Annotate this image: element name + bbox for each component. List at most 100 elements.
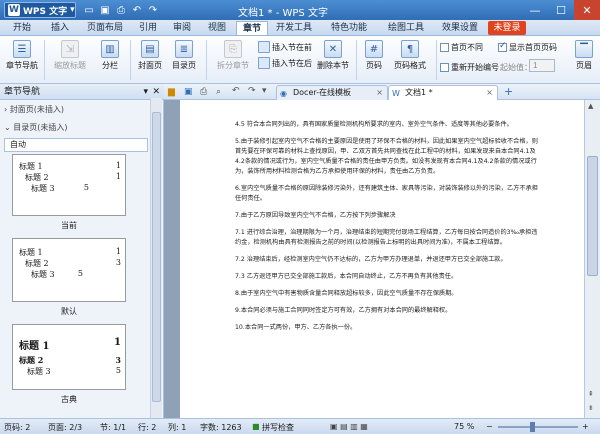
tab-menu-item[interactable]: 引用 (132, 21, 164, 35)
toc-style-current[interactable]: 标题 11 标题 21 标题 35 (12, 154, 126, 216)
tab-menu-item[interactable]: 插入 (44, 21, 76, 35)
toc-page-button[interactable]: ≣ 目录页 (168, 40, 200, 71)
zoom-slider[interactable] (498, 426, 578, 428)
tab-docer-template[interactable]: ◉ Docer-在线模板 × (276, 85, 388, 100)
undo-icon[interactable]: ↶ (232, 86, 240, 96)
prev-page-icon[interactable]: ⇞ (588, 390, 597, 400)
checkbox-icon (440, 63, 449, 72)
section-columns-button[interactable]: ▥ 分栏 (94, 40, 126, 71)
window-title: 文档1 * - WPS 文字 (238, 8, 328, 19)
tab-menu-item[interactable]: 开始 (8, 21, 36, 35)
chevron-right-icon: › (4, 105, 8, 114)
spell-check-icon[interactable]: ■ (252, 422, 260, 431)
document-paragraph: 10.本合同一式两份，甲方、乙方各执一份。 (235, 324, 357, 331)
shrink-title-icon: ⇲ (61, 40, 79, 58)
toc-line-3: 标题 35 (27, 366, 121, 376)
zoom-level[interactable]: 75 % (454, 422, 474, 431)
toc-style-caption: 古典 (61, 395, 77, 404)
delete-section-button[interactable]: ✕ 删除本节 (314, 40, 352, 71)
zoom-in-icon[interactable]: + (582, 422, 589, 431)
document-body[interactable]: 4.5 符合本合同列出的，具有国家质量检测机构所要求的室内、室外空气条件、适度等… (235, 120, 541, 340)
page-number-icon: # (365, 40, 383, 58)
nav-pane-scrollbar[interactable] (150, 98, 162, 418)
tab-menu-item[interactable]: 开发工具 (270, 21, 318, 35)
page-format-button[interactable]: ¶ 页码格式 (390, 40, 430, 71)
toc-line-1: 标题 11 (19, 247, 121, 257)
login-button[interactable]: 未登录 (488, 21, 526, 35)
toc-line-1: 标题 11 (19, 161, 121, 171)
page-number-button[interactable]: # 页码 (360, 40, 388, 71)
toc-line-2: 标题 23 (25, 258, 121, 268)
toc-section-item[interactable]: ⌄ 目录页(未插入) (4, 122, 68, 133)
preview-icon[interactable]: ⌕ (216, 87, 221, 97)
status-page-of: 页面: 2/3 (48, 423, 83, 432)
scrollbar-thumb[interactable] (152, 112, 161, 402)
shrink-title-button[interactable]: ⇲ 缩放标题 (48, 40, 92, 71)
scrollbar-thumb[interactable] (587, 156, 598, 276)
app-name: WPS 文字 (23, 6, 68, 17)
document-paragraph: 8.由于室内空气中有害物质含量合同释放超标较多，因此空气质量不存在保质期。 (235, 290, 458, 297)
header-icon: ▔ (575, 40, 593, 58)
cover-section-item[interactable]: › 封面页(未插入) (4, 104, 64, 115)
tab-document1[interactable]: W 文档1 * × (388, 85, 498, 100)
first-page-different-checkbox[interactable]: 首页不同 (440, 42, 483, 53)
vertical-scrollbar[interactable]: ▲ ⇞ ⇟ (584, 100, 600, 418)
status-section: 节: 1/1 (100, 423, 127, 432)
start-at-input[interactable] (529, 59, 555, 72)
redo-icon[interactable]: ↷ (146, 3, 160, 17)
document-paragraph: 7.3 乙方退还甲方已交全部施工款后，本合同自动终止，乙方不再负有其他责任。 (235, 273, 458, 280)
nav-pane-button[interactable]: ☰ 章节导航 (4, 40, 40, 71)
new-file-icon[interactable]: ▭ (82, 3, 96, 17)
print-icon[interactable]: ⎙ (114, 3, 128, 17)
tab-menu-item[interactable]: 特色功能 (320, 21, 378, 35)
document-paragraph: 5.由于装修引起室内空气不合格的主要原因是使用了环保不合格的材料，因此如果室内空… (235, 138, 538, 175)
zoom-slider-handle[interactable] (530, 422, 535, 432)
save-icon[interactable]: ▣ (98, 3, 112, 17)
folder-icon[interactable]: ▆ (168, 87, 175, 97)
wps-logo-icon: W (8, 4, 20, 16)
header-button[interactable]: ▔ 页眉 (570, 40, 598, 71)
zoom-out-icon[interactable]: − (486, 422, 493, 431)
tab-menu-item[interactable]: 页面布局 (80, 21, 130, 35)
divider (436, 40, 437, 80)
title-bar: W WPS 文字 ▾ ▭ ▣ ⎙ ↶ ↷ 文档1 * - WPS 文字 — ☐ … (0, 0, 600, 20)
split-section-button[interactable]: ⎘ 拆分章节 (210, 40, 256, 71)
document-page[interactable]: 4.5 符合本合同列出的，具有国家质量检测机构所要求的室内、室外空气条件、适度等… (180, 100, 584, 418)
tab-menu-item[interactable]: 效果设置 (434, 21, 486, 35)
redo-icon[interactable]: ↷ (248, 86, 256, 96)
toc-style-default[interactable]: 标题 11 标题 23 标题 35 (12, 238, 126, 302)
view-mode-icons[interactable]: ▣ ▤ ▥ ▦ (330, 422, 368, 431)
tab-menu-item[interactable]: 审阅 (166, 21, 198, 35)
show-first-page-number-checkbox[interactable]: 显示首页页码 (498, 41, 557, 53)
tab-menu-item[interactable]: 章节 (236, 21, 268, 35)
undo-icon[interactable]: ↶ (130, 3, 144, 17)
insert-section-before-button[interactable]: 插入节在前 (258, 41, 312, 53)
maximize-icon[interactable]: ☐ (548, 0, 574, 20)
document-icon: W (392, 89, 400, 98)
start-at-label: 起始值： (500, 63, 532, 72)
app-menu-button[interactable]: W WPS 文字 ▾ (4, 2, 76, 18)
close-tab-icon[interactable]: × (486, 86, 493, 100)
minimize-icon[interactable]: — (522, 0, 548, 20)
new-tab-icon[interactable]: + (504, 85, 513, 98)
next-page-icon[interactable]: ⇟ (588, 404, 597, 414)
print-icon[interactable]: ⎙ (200, 87, 207, 97)
status-word-count[interactable]: 字数: 1263 (200, 422, 242, 433)
document-paragraph: 7.2 治理结束后，经检测室内空气仍不达标的，乙方为甲方办理退单，并退还甲方已交… (235, 256, 507, 263)
chevron-down-icon: ⌄ (4, 123, 11, 132)
pin-icon[interactable]: ▾ (143, 84, 148, 100)
renumber-checkbox[interactable]: 重新开始编号 (440, 62, 499, 73)
close-tab-icon[interactable]: × (376, 86, 383, 100)
save-icon[interactable]: ▣ (184, 87, 193, 97)
tab-menu-item[interactable]: 绘图工具 (380, 21, 432, 35)
close-icon[interactable]: ✕ (574, 0, 600, 20)
insert-section-after-button[interactable]: 插入节在后 (258, 57, 312, 69)
spell-check-label[interactable]: 拼写检查 (262, 422, 294, 433)
toc-style-classic[interactable]: 标题 11 标题 23 标题 35 (12, 324, 126, 390)
cover-page-button[interactable]: ▤ 封面页 (134, 40, 166, 71)
chevron-down-icon[interactable]: ▾ (262, 86, 267, 96)
scroll-up-icon[interactable]: ▲ (588, 102, 597, 112)
status-row: 行: 2 (138, 423, 157, 432)
tab-menu-item[interactable]: 视图 (200, 21, 234, 35)
ribbon-chapter: ☰ 章节导航 ⇲ 缩放标题 ▥ 分栏 ▤ 封面页 ≣ 目录页 ⎘ 拆分章节 插入… (0, 36, 600, 84)
